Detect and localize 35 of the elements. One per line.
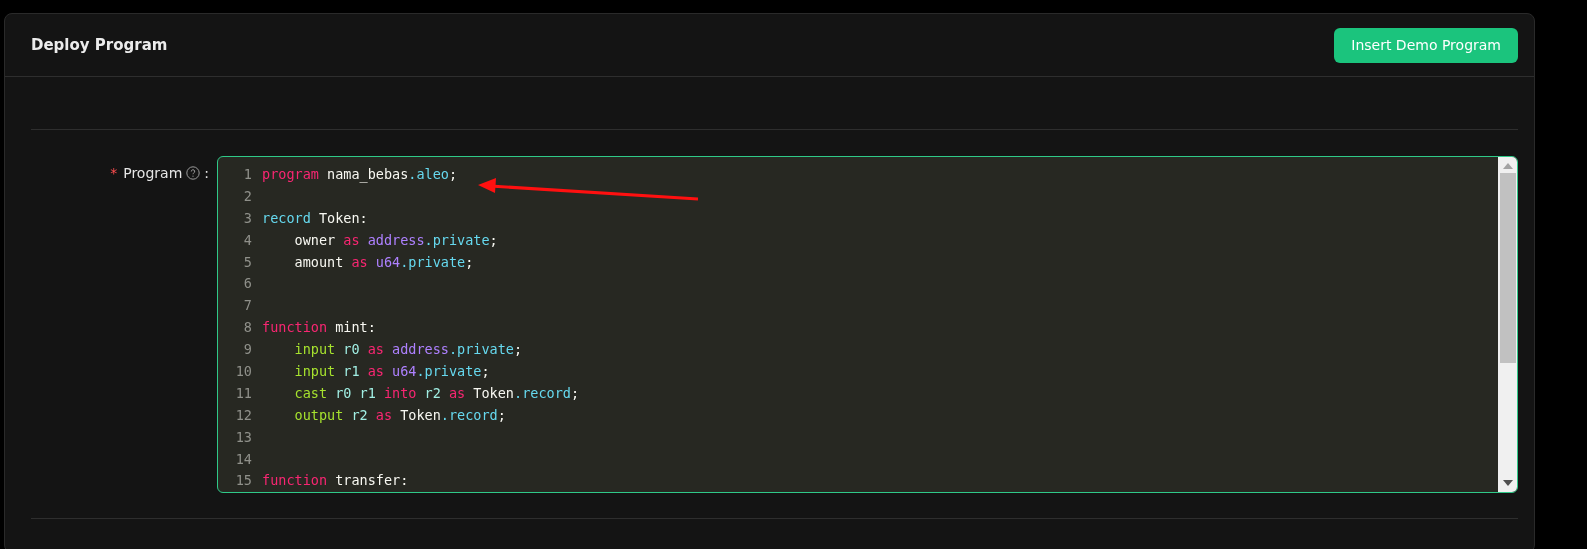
help-icon[interactable] [186, 166, 201, 180]
label-colon: : [204, 165, 209, 181]
code-editor[interactable] [217, 156, 1518, 493]
line-number: 2 [242, 187, 252, 204]
code-line: amount as u64.private; [293, 253, 474, 270]
required-mark: * [110, 165, 118, 181]
code-line: input r1 as u64.private; [293, 362, 490, 379]
line-number: 14 [234, 450, 252, 467]
field-label: Program [123, 165, 183, 181]
line-number: 3 [242, 209, 252, 226]
scroll-up-icon[interactable] [1502, 163, 1513, 169]
line-number: 4 [242, 231, 252, 248]
code-line: owner as address.private; [293, 231, 498, 248]
line-number: 1 [242, 165, 252, 182]
code-line: output r2 as Token.record; [293, 406, 506, 423]
scrollbar[interactable] [1498, 157, 1517, 492]
line-number: 10 [234, 362, 252, 379]
line-number: 7 [242, 297, 252, 314]
line-number: 12 [234, 406, 252, 423]
line-number: 9 [242, 341, 252, 358]
line-number: 11 [234, 384, 252, 401]
insert-demo-button[interactable]: Insert Demo Program [1334, 27, 1518, 63]
code-line: function mint: [262, 319, 376, 336]
code-line: cast r0 r1 into r2 as Token.record; [293, 384, 580, 401]
code-line: input r0 as address.private; [293, 341, 523, 358]
code-line: function transfer: [262, 472, 409, 489]
line-number: 13 [234, 428, 252, 445]
line-number: 8 [242, 319, 252, 336]
line-number: 5 [242, 253, 252, 270]
code-line: record Token: [262, 209, 368, 226]
code-line: program nama_bebas.aleo; [262, 165, 458, 182]
card-title: Deploy Program [31, 36, 168, 54]
line-number: 6 [242, 275, 252, 292]
scroll-down-icon[interactable] [1502, 480, 1513, 486]
line-number: 15 [234, 472, 252, 489]
